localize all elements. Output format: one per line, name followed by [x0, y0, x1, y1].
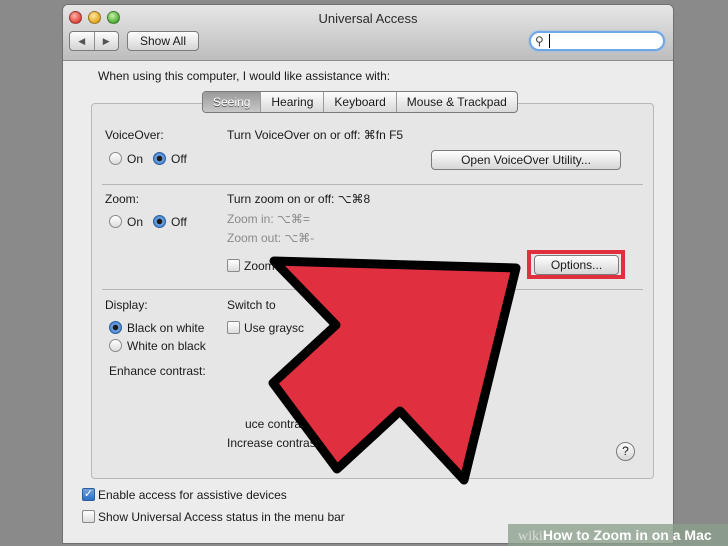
reduce-contrast-shortcut: uce contrast: ^ [245, 417, 323, 431]
window-title: Universal Access [318, 11, 418, 26]
preferences-window: Universal Access ◀ ▶ Show All ⚲ When usi… [62, 4, 674, 544]
wikihow-logo: wiki [518, 529, 543, 544]
black-on-white-radio[interactable] [109, 321, 122, 334]
show-status-checkbox[interactable] [82, 510, 95, 523]
voiceover-off-label: Off [171, 152, 187, 166]
search-field[interactable]: ⚲ [529, 31, 665, 51]
back-forward-control: ◀ ▶ [69, 31, 119, 51]
tab-seeing[interactable]: Seeing [203, 92, 261, 112]
tab-keyboard[interactable]: Keyboard [323, 92, 395, 112]
display-heading: Display: [105, 298, 148, 312]
voiceover-heading: VoiceOver: [105, 128, 164, 142]
seeing-panel: VoiceOver: On Off Turn VoiceOver on or o… [91, 103, 654, 479]
search-icon: ⚲ [535, 34, 544, 48]
titlebar: Universal Access ◀ ▶ Show All ⚲ [63, 5, 673, 61]
black-on-white-label: Black on white [127, 321, 205, 335]
zoom-on-radio[interactable] [109, 215, 122, 228]
divider [102, 289, 643, 290]
options-highlight-box [527, 250, 625, 279]
enable-access-checkbox[interactable]: ✓ [82, 488, 95, 501]
enable-access-label: Enable access for assistive devices [98, 488, 287, 502]
intro-text: When using this computer, I would like a… [98, 69, 391, 83]
forward-arrow-icon[interactable]: ▶ [93, 32, 119, 50]
watermark-text: How to Zoom in on a Mac [542, 527, 712, 543]
zoom-in-shortcut: Zoom in: ⌥⌘= [227, 212, 310, 226]
use-grayscale-checkbox[interactable] [227, 321, 240, 334]
zoom-in-window-label: Zoom in window [244, 259, 331, 273]
help-button[interactable]: ? [616, 442, 635, 461]
divider [102, 184, 643, 185]
voiceover-on-label: On [127, 152, 144, 166]
open-voiceover-utility-button[interactable]: Open VoiceOver Utility... [431, 150, 621, 170]
switch-to-text: Switch to [227, 298, 276, 312]
voiceover-off-radio[interactable] [153, 152, 166, 165]
watermark-bar: wikiHow to Zoom in on a Mac [508, 524, 728, 546]
show-status-label: Show Universal Access status in the menu… [98, 510, 345, 524]
zoom-shortcut-text: Turn zoom on or off: ⌥⌘8 [227, 192, 371, 206]
use-grayscale-label: Use graysc [244, 321, 305, 335]
zoom-in-window-checkbox[interactable] [227, 259, 240, 272]
zoom-off-radio[interactable] [153, 215, 166, 228]
white-on-black-radio[interactable] [109, 339, 122, 352]
zoom-heading: Zoom: [105, 192, 140, 206]
increase-contrast-shortcut: Increase contrast: ^ [227, 436, 332, 450]
tab-mouse-trackpad[interactable]: Mouse & Trackpad [395, 92, 517, 112]
white-on-black-label: White on black [127, 339, 206, 353]
voiceover-on-radio[interactable] [109, 152, 122, 165]
maximum-label: Maximum [398, 394, 451, 408]
zoom-on-label: On [127, 215, 144, 229]
zoom-out-shortcut: Zoom out: ⌥⌘- [227, 231, 315, 245]
search-input[interactable] [549, 34, 659, 48]
category-tabs: Seeing Hearing Keyboard Mouse & Trackpad [202, 91, 518, 113]
tab-hearing[interactable]: Hearing [260, 92, 323, 112]
back-arrow-icon[interactable]: ◀ [70, 32, 94, 50]
zoom-off-label: Off [171, 215, 187, 229]
voiceover-shortcut-text: Turn VoiceOver on or off: ⌘fn F5 [227, 128, 404, 142]
enhance-contrast-label: Enhance contrast: [109, 364, 206, 378]
show-all-button[interactable]: Show All [127, 31, 199, 51]
